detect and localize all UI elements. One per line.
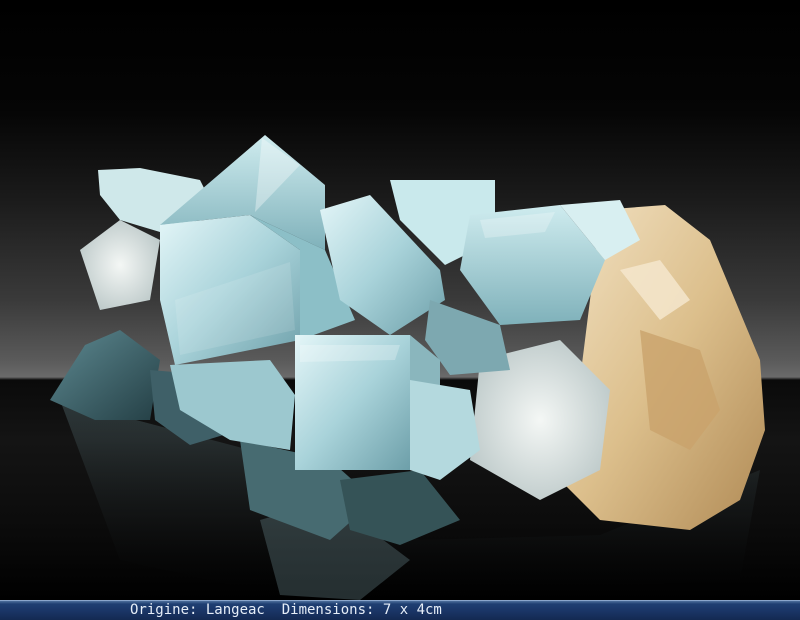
caption-bar: Origine: Langeac Dimensions: 7 x 4cm — [0, 600, 800, 620]
photo-frame: Origine: Langeac Dimensions: 7 x 4cm — [0, 0, 800, 620]
fluorite-specimen — [50, 135, 765, 600]
caption-text: Origine: Langeac Dimensions: 7 x 4cm — [130, 602, 442, 618]
